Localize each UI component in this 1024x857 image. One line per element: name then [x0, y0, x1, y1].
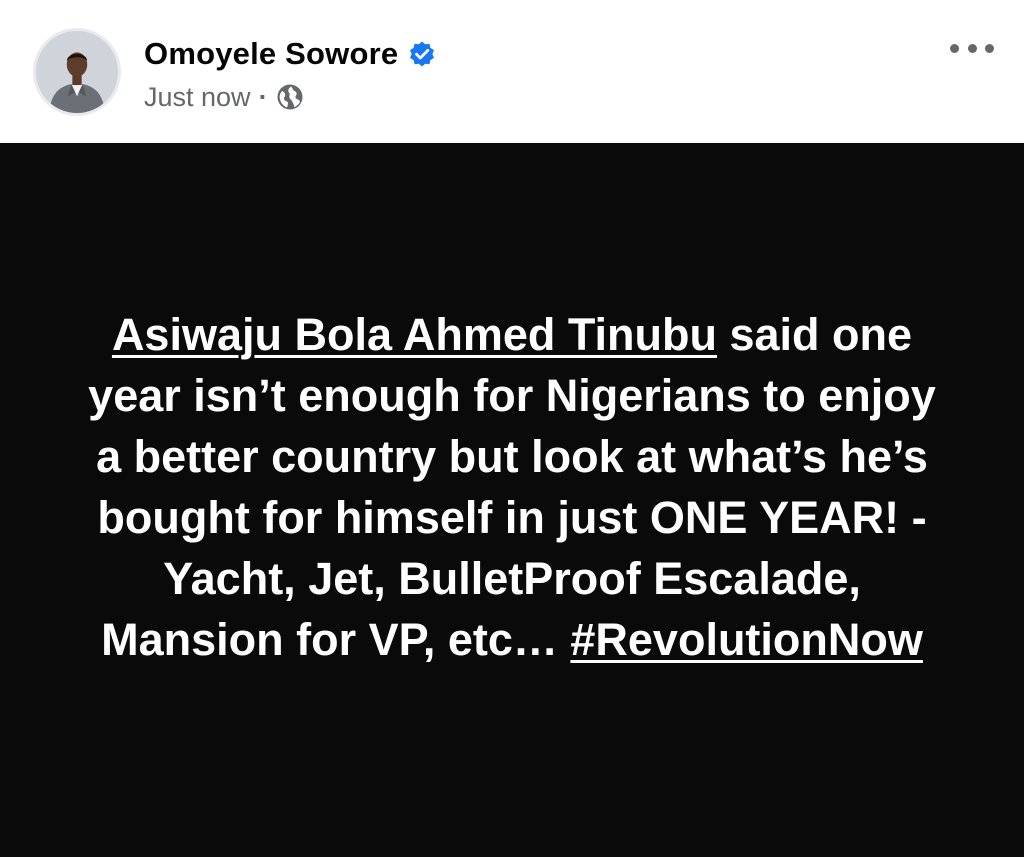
verified-badge-icon	[408, 40, 436, 68]
post-background-card: Asiwaju Bola Ahmed Tinubu said one year …	[0, 143, 1024, 857]
meta-separator: ·	[258, 81, 268, 112]
more-options-icon[interactable]	[950, 34, 994, 62]
author-name[interactable]: Omoyele Sowore	[144, 36, 398, 72]
globe-icon[interactable]	[276, 83, 304, 111]
more-dot	[967, 43, 977, 53]
more-dot	[985, 43, 994, 53]
author-avatar[interactable]	[33, 28, 121, 116]
post-text-body: said one year isn’t enough for Nigerians…	[88, 309, 936, 665]
author-row: Omoyele Sowore	[144, 34, 436, 74]
hashtag-link[interactable]: #RevolutionNow	[570, 614, 923, 665]
post-text: Asiwaju Bola Ahmed Tinubu said one year …	[72, 304, 952, 670]
post-header: Omoyele Sowore Just now ·	[0, 0, 1024, 143]
mention-link[interactable]: Asiwaju Bola Ahmed Tinubu	[112, 309, 717, 360]
post-meta: Just now ·	[144, 80, 304, 114]
more-dot	[950, 43, 959, 53]
post-timestamp[interactable]: Just now	[144, 82, 251, 113]
profile-photo-icon	[36, 31, 118, 113]
facebook-post: Omoyele Sowore Just now · Asiwaju Bola A…	[0, 0, 1024, 857]
